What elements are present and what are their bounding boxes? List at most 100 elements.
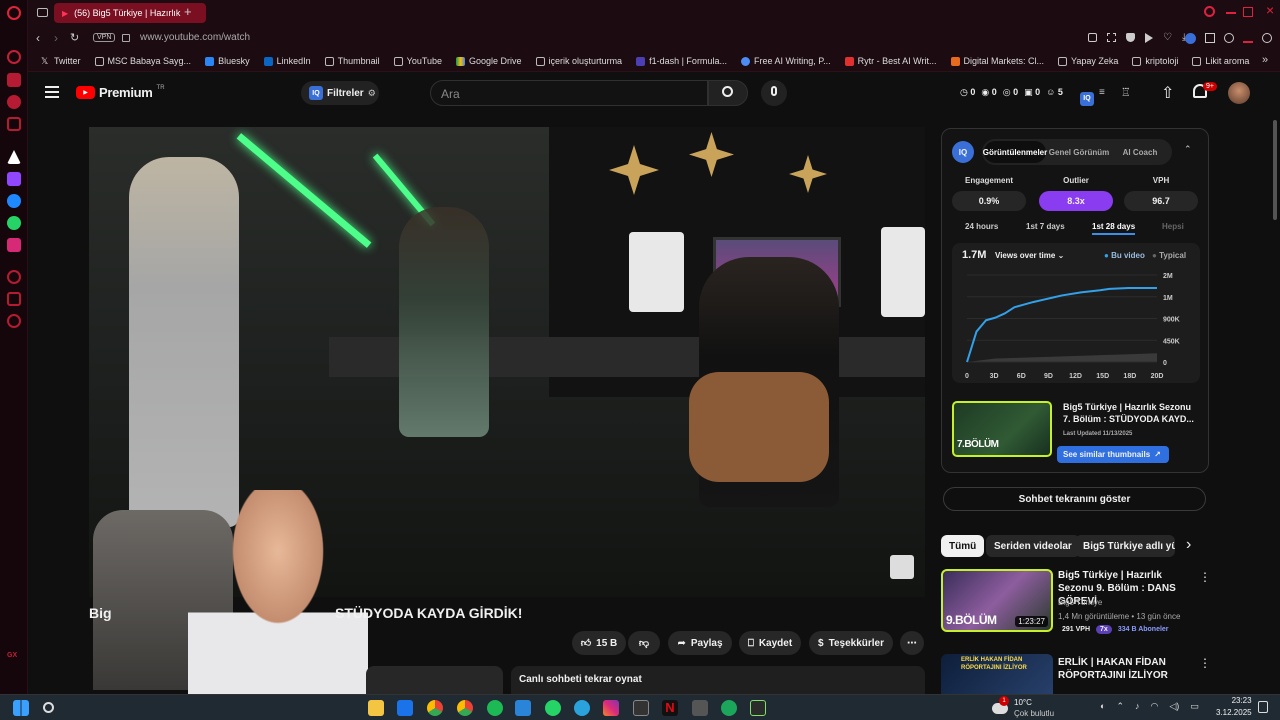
dislike-button[interactable]: 👎︎ [628, 631, 660, 655]
bookmark-free-ai[interactable]: Free AI Writing, P... [734, 56, 838, 66]
opera-logo-icon[interactable] [7, 6, 21, 20]
player-icon[interactable] [7, 270, 21, 284]
bookmark-digital-markets[interactable]: Digital Markets: Cl... [944, 56, 1052, 66]
suggestion-thumbnail[interactable]: 9.BÖLÜM 1:23:27 [941, 569, 1053, 632]
shield-addr-icon[interactable] [1126, 33, 1135, 42]
bookmark-youtube[interactable]: YouTube [387, 56, 449, 66]
iq-header-icon[interactable]: IQ [1080, 87, 1094, 106]
suggestion-thumbnail[interactable]: ERLİK HAKAN FİDAN RÖPORTAJINI İZLİYOR [941, 654, 1053, 694]
volume-icon[interactable]: ◁) [1169, 701, 1179, 712]
wallet-icon[interactable] [7, 292, 21, 306]
share-button[interactable]: ➦ Paylaş [668, 631, 732, 655]
search-button[interactable] [708, 80, 748, 106]
filter-button[interactable]: IQ Filtreler ⚙ [301, 81, 379, 105]
clock[interactable]: 23:23 3.12.2025 [1216, 695, 1252, 719]
terminal-icon[interactable] [750, 700, 766, 716]
upload-icon[interactable]: ⇧ [1161, 83, 1174, 103]
whatsapp-icon[interactable] [7, 216, 21, 230]
store-icon[interactable] [515, 700, 531, 716]
account-icon[interactable] [1262, 33, 1272, 43]
bookmark-likit-aroma[interactable]: Likit aroma [1185, 56, 1256, 66]
bookmark-f1-dash[interactable]: f1-dash | Formula... [629, 56, 734, 66]
collapse-chevron-icon[interactable]: ⌃ [1184, 144, 1192, 155]
iq-extension-icon[interactable] [1185, 33, 1196, 44]
bookmark-twitter[interactable]: 𝕏 Twitter [34, 56, 88, 66]
bookmark-rytr[interactable]: Rytr - Best AI Writ... [838, 56, 944, 66]
player-addr-icon[interactable] [1145, 33, 1153, 43]
pin-icon[interactable] [1088, 33, 1097, 42]
gx-icon[interactable]: GX [7, 652, 17, 659]
chip-series[interactable]: Seriden videolar [986, 535, 1080, 557]
minimize-button[interactable] [1226, 12, 1236, 14]
range-24h[interactable]: 24 hours [965, 222, 998, 231]
scrollbar-thumb[interactable] [1273, 120, 1277, 220]
suggestion-channel[interactable]: Big5 Türkiye [1058, 598, 1102, 607]
crypto-icon[interactable] [7, 73, 21, 87]
bookmark-bluesky[interactable]: Bluesky [198, 56, 257, 66]
puzzle-icon[interactable] [1205, 33, 1215, 43]
snapshot-icon[interactable] [1107, 33, 1116, 42]
trophy-icon[interactable]: ♖ [1121, 86, 1131, 99]
whatsapp-taskbar-icon[interactable] [545, 700, 561, 716]
youtube-logo[interactable]: ▶ Premium TR [76, 85, 165, 100]
instagram-sidebar-icon[interactable] [7, 117, 21, 131]
reload-icon[interactable]: ↻ [70, 31, 79, 44]
tab-overview[interactable]: Genel Görünüm [1048, 141, 1110, 163]
wifi-icon[interactable]: ◠ [1150, 701, 1158, 712]
chrome-icon[interactable] [427, 700, 443, 716]
history-icon[interactable] [7, 314, 21, 328]
ext-icon[interactable] [1224, 33, 1234, 43]
windows-start-icon[interactable] [13, 700, 29, 716]
bookmarks-overflow-icon[interactable]: » [1262, 54, 1268, 66]
tab-ai-coach[interactable]: AI Coach [1112, 141, 1168, 163]
save-button[interactable]: ⎕ Kaydet [739, 631, 801, 655]
close-window-button[interactable]: × [1266, 2, 1274, 18]
mic-tray-icon[interactable]: ♪ [1135, 701, 1140, 712]
bookmark-thumbnail[interactable]: Thumbnail [318, 56, 387, 66]
maximize-button[interactable] [1243, 7, 1253, 17]
search-input[interactable]: Ara [430, 80, 708, 106]
tab-views[interactable]: Görüntülenmeler [983, 141, 1047, 163]
search-tabs-icon[interactable] [1204, 6, 1215, 17]
url-field[interactable]: www.youtube.com/watch [140, 32, 250, 43]
tab-strip-icon[interactable] [37, 8, 48, 17]
similar-thumbnail[interactable]: 7.BÖLÜM [952, 401, 1052, 457]
chrome-alt-icon[interactable] [457, 700, 473, 716]
aria-icon[interactable] [7, 50, 21, 64]
instagram-taskbar-icon[interactable] [603, 700, 619, 716]
weather-widget[interactable]: 1 10°C Çok bulutlu [992, 695, 1054, 719]
range-28d[interactable]: 1st 28 days [1092, 222, 1136, 235]
epic-games-icon[interactable] [633, 700, 649, 716]
calculator-icon[interactable] [692, 700, 708, 716]
see-similar-button[interactable]: See similar thumbnails ↗ [1057, 446, 1169, 463]
battery-icon[interactable]: ▭ [1190, 701, 1199, 712]
views-mode-select[interactable]: Views over time ⌄ [995, 251, 1064, 260]
outlook-icon[interactable] [397, 700, 413, 716]
bookmark-linkedin[interactable]: LinkedIn [257, 56, 318, 66]
messenger-icon[interactable] [7, 194, 21, 208]
search-taskbar-icon[interactable] [43, 702, 54, 713]
netflix-icon[interactable]: N [662, 700, 678, 716]
download-status-icon[interactable] [1243, 33, 1253, 43]
heart-icon[interactable]: ♡ [1163, 33, 1172, 43]
chevron-up-icon[interactable]: ⌃ [1116, 701, 1124, 712]
steam-tray-icon[interactable]: ◐ [1100, 701, 1105, 712]
vpn-badge[interactable]: VPN [93, 33, 116, 42]
shield-icon[interactable] [7, 95, 21, 109]
new-tab-button[interactable]: + [184, 4, 192, 19]
app-icon[interactable] [7, 150, 21, 164]
chip-channel[interactable]: Big5 Türkiye adlı yük [1075, 535, 1175, 557]
twitch-icon[interactable] [7, 172, 21, 186]
bookmark-kriptoloji[interactable]: kriptoloji [1125, 56, 1185, 66]
show-chat-button[interactable]: Sohbet tekranını göster [943, 487, 1206, 511]
back-icon[interactable]: ‹ [36, 31, 40, 45]
notifications-tray-icon[interactable] [1258, 701, 1268, 713]
file-explorer-icon[interactable] [368, 700, 384, 716]
more-actions-button[interactable]: ⋯ [900, 631, 924, 655]
bookmark-google-drive[interactable]: Google Drive [449, 56, 529, 66]
avatar[interactable] [1228, 82, 1250, 104]
range-all[interactable]: Hepsi [1162, 222, 1184, 231]
hamburger-menu-icon[interactable] [45, 86, 59, 98]
chip-all[interactable]: Tümü [941, 535, 985, 557]
bookmark-msc[interactable]: MSC Babaya Sayg... [88, 56, 199, 66]
